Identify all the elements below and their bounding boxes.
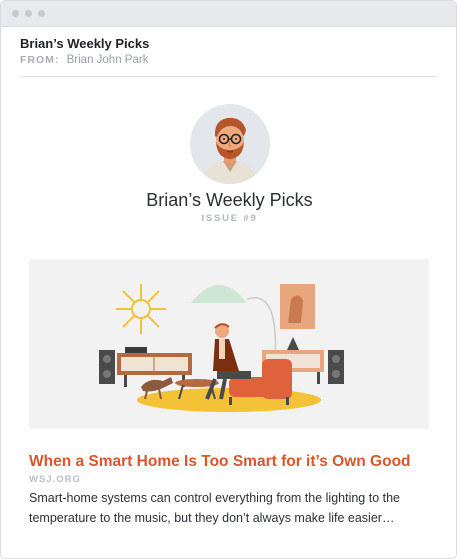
article-description: Smart-home systems can control everythin… [29, 491, 400, 525]
smart-home-illustration-icon [29, 259, 429, 429]
man-with-glasses-avatar-icon [190, 104, 270, 184]
window-dot-maximize[interactable] [38, 10, 45, 17]
from-label: FROM: [20, 54, 60, 66]
window-dot-close[interactable] [12, 10, 19, 17]
newsletter-title: Brian’s Weekly Picks [146, 190, 313, 210]
article-source: WSJ.ORG [29, 474, 81, 485]
article-image[interactable] [29, 259, 429, 429]
window-dot-minimize[interactable] [25, 10, 32, 17]
window-titlebar [1, 1, 456, 27]
sender-name[interactable]: Brian John Park [67, 54, 149, 66]
email-subject: Brian’s Weekly Picks [20, 36, 150, 51]
email-window: Brian’s Weekly Picks FROM: Brian John Pa… [0, 0, 457, 559]
email-header: Brian’s Weekly Picks FROM: Brian John Pa… [1, 27, 456, 68]
avatar [190, 104, 270, 184]
from-row: FROM: Brian John Park [20, 53, 437, 68]
issue-number: ISSUE #9 [201, 213, 258, 224]
article-title-link[interactable]: When a Smart Home Is Too Smart for it’s … [29, 452, 439, 471]
header-divider [20, 76, 437, 77]
